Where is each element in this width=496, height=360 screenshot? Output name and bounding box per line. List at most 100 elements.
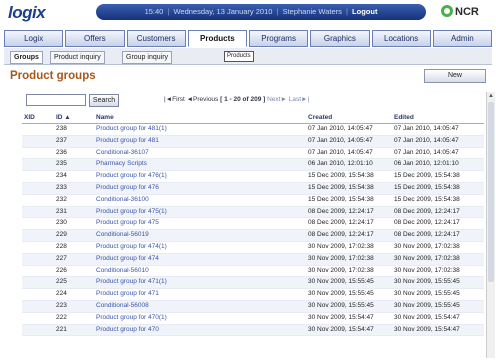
pager-next[interactable]: Next► (267, 96, 287, 103)
tab-product-inquiry[interactable]: Product inquiry (50, 51, 105, 64)
row-created: 07 Jan 2010, 14:05:47 (308, 125, 373, 132)
row-id: 237 (56, 136, 67, 144)
session-date: Wednesday, 13 January 2010 (173, 7, 273, 16)
row-edited: 30 Nov 2009, 15:55:45 (394, 278, 460, 286)
row-edited: 15 Dec 2009, 15:54:38 (394, 172, 460, 180)
pager-previous[interactable]: ◄Previous (187, 96, 219, 103)
row-name-link[interactable]: Product group for 476 (96, 183, 159, 194)
scroll-thumb[interactable] (488, 102, 494, 282)
row-id: 224 (56, 290, 67, 298)
table-row: 234 Product group for 476(1) 15 Dec 2009, … (22, 171, 484, 183)
ncr-logo: NCR (441, 5, 479, 18)
pager: |◄First ◄Previous [ 1 - 20 of 209 ] Next… (164, 96, 309, 103)
table-row: 226 Conditional-56010 30 Nov 2009, 17:02:3… (22, 266, 484, 278)
row-edited: 15 Dec 2009, 15:54:38 (394, 195, 460, 203)
row-id: 232 (56, 195, 67, 203)
row-name-link[interactable]: Product group for 476(1) (96, 171, 167, 182)
col-edited[interactable]: Edited (394, 114, 414, 121)
row-edited: 07 Jan 2010, 14:05:47 (394, 148, 459, 156)
col-name[interactable]: Name (96, 114, 114, 121)
row-name-link[interactable]: Product group for 470(1) (96, 313, 167, 324)
row-id: 223 (56, 301, 67, 309)
session-user: Stephanie Waters (282, 7, 342, 16)
nav-offers[interactable]: Offers (65, 30, 125, 47)
nav-programs[interactable]: Programs (249, 30, 309, 47)
row-edited: 30 Nov 2009, 17:02:38 (394, 266, 460, 274)
row-created: 06 Jan 2010, 12:01:10 (308, 160, 373, 168)
search-input[interactable] (26, 94, 86, 106)
row-name-link[interactable]: Product group for 481(1) (96, 124, 167, 135)
nav-products[interactable]: Products (187, 30, 247, 47)
row-name-link[interactable]: Product group for 470 (96, 325, 159, 336)
page-title: Product groups (10, 70, 96, 82)
nav-logix[interactable]: Logix (4, 30, 64, 47)
row-edited: 30 Nov 2009, 17:02:38 (394, 242, 460, 250)
row-id: 228 (56, 242, 67, 250)
row-edited: 30 Nov 2009, 15:55:45 (394, 301, 460, 309)
product-groups-table: XID ID ▲ Name Created Edited 238 Product … (22, 113, 484, 337)
row-name-link[interactable]: Product group for 471 (96, 289, 159, 300)
row-id: 225 (56, 278, 67, 286)
table-row: 229 Conditional-56019 08 Dec 2009, 12:24:1… (22, 230, 484, 242)
row-edited: 07 Jan 2010, 14:05:47 (394, 125, 459, 132)
col-xid[interactable]: XID (24, 114, 35, 121)
table-header: XID ID ▲ Name Created Edited (22, 113, 484, 124)
table-row: 231 Product group for 475(1) 08 Dec 2009, … (22, 206, 484, 219)
row-name-link[interactable]: Product group for 474 (96, 254, 159, 265)
row-edited: 07 Jan 2010, 14:05:47 (394, 136, 459, 144)
row-id: 234 (56, 172, 67, 180)
table-row: 228 Product group for 474(1) 30 Nov 2009, … (22, 242, 484, 254)
tab-group-inquiry[interactable]: Group inquiry (122, 51, 173, 64)
table-row: 238 Product group for 481(1) 07 Jan 2010, … (22, 124, 484, 136)
row-id: 235 (56, 160, 67, 168)
row-name-link[interactable]: Conditional-56019 (96, 230, 149, 241)
logix-logo[interactable]: logix (8, 3, 46, 23)
nav-locations[interactable]: Locations (371, 30, 431, 47)
row-name-link[interactable]: Pharmacy Scripts (96, 159, 147, 170)
row-created: 15 Dec 2009, 15:54:38 (308, 183, 374, 191)
scrollbar[interactable]: ▲ (486, 92, 495, 358)
row-created: 30 Nov 2009, 17:02:38 (308, 266, 374, 274)
search-button[interactable]: Search (89, 94, 119, 107)
row-name-link[interactable]: Conditional-36107 (96, 148, 149, 159)
pager-first[interactable]: |◄First (164, 96, 185, 103)
pager-last[interactable]: Last►| (289, 96, 309, 103)
row-edited: 15 Dec 2009, 15:54:38 (394, 183, 460, 191)
table-row: 225 Product group for 471(1) 30 Nov 2009, … (22, 277, 484, 290)
row-name-link[interactable]: Product group for 471(1) (96, 277, 167, 288)
new-button[interactable]: New (424, 69, 486, 83)
breadcrumb: Products (224, 51, 254, 62)
col-created[interactable]: Created (308, 114, 332, 121)
nav-admin[interactable]: Admin (432, 30, 492, 47)
table-row: 227 Product group for 474 30 Nov 2009, 17:… (22, 253, 484, 266)
top-bar: logix 15:40 | Wednesday, 13 January 2010… (0, 0, 496, 26)
logout-link[interactable]: Logout (352, 7, 377, 16)
session-time: 15:40 (144, 7, 164, 16)
row-name-link[interactable]: Product group for 475 (96, 218, 159, 229)
nav-customers[interactable]: Customers (126, 30, 186, 47)
row-name-link[interactable]: Product group for 475(1) (96, 207, 167, 218)
nav-graphics[interactable]: Graphics (310, 30, 370, 47)
row-created: 30 Nov 2009, 15:55:45 (308, 278, 374, 286)
scroll-up-icon[interactable]: ▲ (487, 92, 495, 100)
row-name-link[interactable]: Conditional-56008 (96, 301, 149, 312)
pager-range: [ 1 - 20 of 209 ] (220, 96, 266, 103)
col-id[interactable]: ID ▲ (56, 114, 71, 121)
row-name-link[interactable]: Conditional-36100 (96, 195, 149, 206)
row-edited: 30 Nov 2009, 15:54:47 (394, 313, 460, 321)
row-id: 236 (56, 148, 67, 156)
ncr-text: NCR (455, 6, 479, 18)
row-created: 07 Jan 2010, 14:05:47 (308, 136, 373, 144)
tab-groups[interactable]: Groups (10, 51, 43, 64)
row-id: 238 (56, 125, 67, 132)
session-banner: 15:40 | Wednesday, 13 January 2010 | Ste… (96, 4, 426, 20)
table-row: 237 Product group for 481 07 Jan 2010, 14:… (22, 135, 484, 148)
row-id: 230 (56, 219, 67, 227)
row-name-link[interactable]: Conditional-56010 (96, 266, 149, 277)
row-id: 226 (56, 266, 67, 274)
table-row: 230 Product group for 475 08 Dec 2009, 12:… (22, 218, 484, 231)
table-row: 232 Conditional-36100 15 Dec 2009, 15:54:3… (22, 195, 484, 207)
row-created: 30 Nov 2009, 15:54:47 (308, 313, 374, 321)
row-name-link[interactable]: Product group for 481 (96, 136, 159, 147)
row-name-link[interactable]: Product group for 474(1) (96, 242, 167, 253)
